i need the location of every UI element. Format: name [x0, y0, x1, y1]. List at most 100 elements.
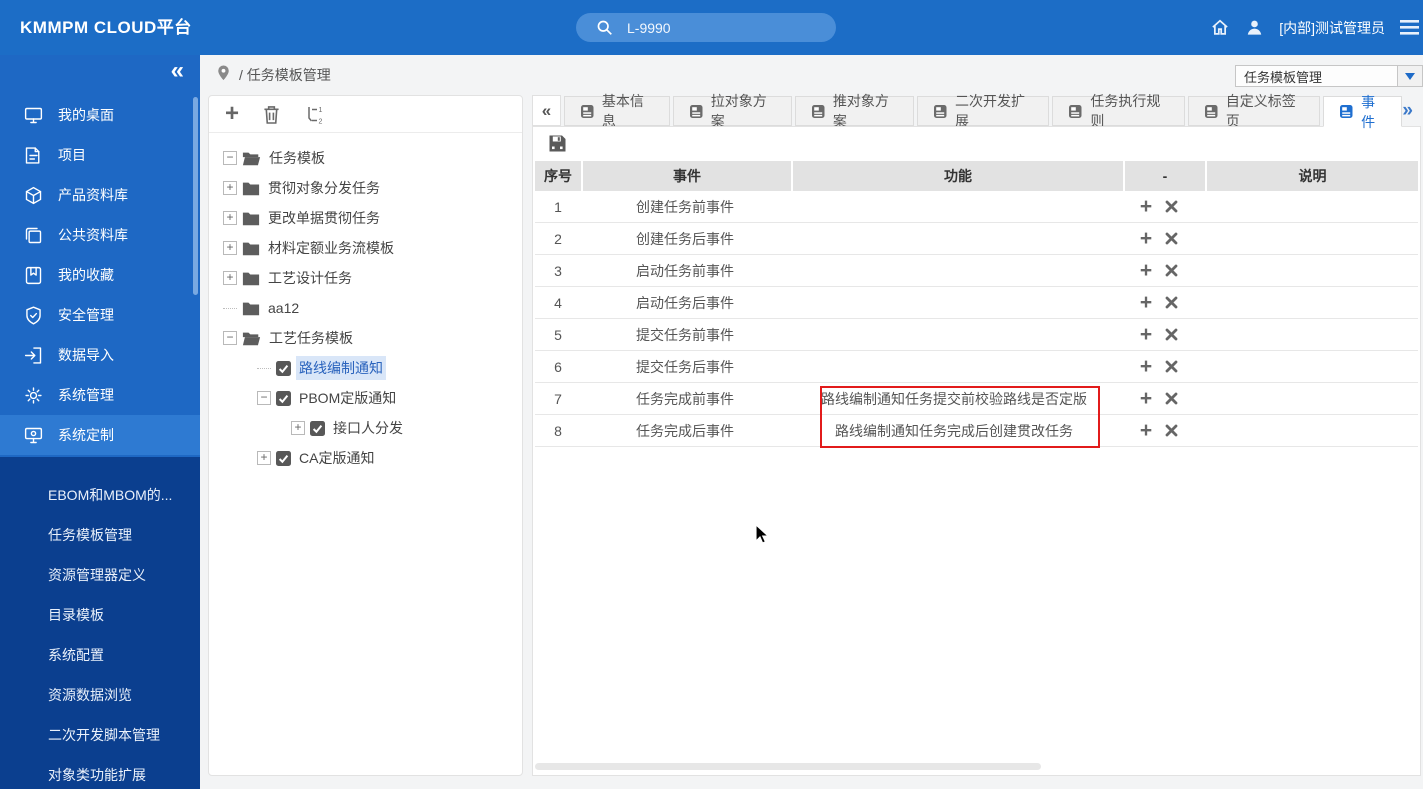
- tree-expander-icon[interactable]: +: [291, 421, 305, 435]
- sidebar-scrollbar[interactable]: [193, 97, 198, 295]
- current-user-label[interactable]: [内部]测试管理员: [1279, 18, 1385, 38]
- table-row[interactable]: 3 启动任务前事件 +: [535, 255, 1418, 287]
- tabs-scroll-right-button[interactable]: »: [1402, 100, 1421, 126]
- table-row[interactable]: 8 任务完成后事件 路线编制通知任务完成后创建贯改任务 +: [535, 415, 1418, 447]
- table-row[interactable]: 4 启动任务后事件 +: [535, 287, 1418, 319]
- row-delete-button[interactable]: [1165, 424, 1178, 437]
- row-delete-button[interactable]: [1165, 264, 1178, 277]
- global-search-box[interactable]: L-9990: [576, 13, 836, 42]
- table-row[interactable]: 7 任务完成前事件 路线编制通知任务提交前校验路线是否定版 +: [535, 383, 1418, 415]
- sidebar-sub-item[interactable]: 资源管理器定义: [0, 555, 200, 595]
- sidebar-sub-item[interactable]: 二次开发脚本管理: [0, 715, 200, 755]
- tree-node-label[interactable]: 任务模板: [266, 146, 328, 170]
- row-add-button[interactable]: +: [1140, 260, 1152, 281]
- tab-item[interactable]: 拉对象方案: [672, 93, 792, 129]
- row-add-button[interactable]: +: [1140, 292, 1152, 313]
- tabs-scroll-left-button[interactable]: «: [532, 95, 561, 126]
- tree-expander-icon[interactable]: +: [223, 241, 237, 255]
- tree-node[interactable]: + 更改单据贯彻任务: [221, 203, 518, 233]
- tree-node[interactable]: + 材料定额业务流模板: [221, 233, 518, 263]
- table-row[interactable]: 2 创建任务后事件 +: [535, 223, 1418, 255]
- tree-expander-icon[interactable]: −: [223, 151, 237, 165]
- tab-active[interactable]: 事件: [1323, 94, 1403, 130]
- user-icon[interactable]: [1245, 18, 1264, 37]
- tree-expander-icon[interactable]: +: [223, 211, 237, 225]
- tree-expander-icon[interactable]: −: [223, 331, 237, 345]
- home-icon[interactable]: [1210, 18, 1230, 37]
- tree-node-label[interactable]: 材料定额业务流模板: [265, 236, 397, 260]
- tree-node[interactable]: 路线编制通知: [221, 353, 518, 383]
- row-add-button[interactable]: +: [1140, 228, 1152, 249]
- sidebar-item[interactable]: 项目: [0, 135, 200, 175]
- row-delete-button[interactable]: [1165, 360, 1178, 373]
- tree-node-label[interactable]: 工艺任务模板: [266, 326, 356, 350]
- tree-node[interactable]: + 工艺设计任务: [221, 263, 518, 293]
- row-add-button[interactable]: +: [1140, 196, 1152, 217]
- tree-node-label[interactable]: 接口人分发: [330, 416, 406, 440]
- sidebar-sub-item[interactable]: 任务模板管理: [0, 515, 200, 555]
- sidebar-sub-item[interactable]: 目录模板: [0, 595, 200, 635]
- row-delete-button[interactable]: [1165, 296, 1178, 309]
- sidebar-sub-item[interactable]: EBOM和MBOM的...: [0, 475, 200, 515]
- folder-open-icon: [242, 151, 261, 166]
- tree-node-label[interactable]: PBOM定版通知: [296, 386, 399, 410]
- sidebar-item[interactable]: 公共资料库: [0, 215, 200, 255]
- tree-node[interactable]: − PBOM定版通知: [221, 383, 518, 413]
- tree-expander-icon[interactable]: +: [223, 271, 237, 285]
- sidebar-item[interactable]: 安全管理: [0, 295, 200, 335]
- table-row[interactable]: 6 提交任务后事件 +: [535, 351, 1418, 383]
- horizontal-scrollbar[interactable]: [535, 763, 1041, 770]
- tree-node-label[interactable]: CA定版通知: [296, 446, 377, 470]
- tree-node-label[interactable]: 路线编制通知: [296, 356, 386, 380]
- table-row[interactable]: 1 创建任务前事件 +: [535, 191, 1418, 223]
- sidebar-sub-item[interactable]: 对象类功能扩展: [0, 755, 200, 789]
- sidebar-item[interactable]: 系统定制: [0, 415, 200, 455]
- tree-expander-icon[interactable]: +: [223, 181, 237, 195]
- delete-icon[interactable]: [263, 105, 280, 124]
- tab-item[interactable]: 推对象方案: [794, 93, 914, 129]
- row-add-button[interactable]: +: [1140, 420, 1152, 441]
- tree-expander-icon[interactable]: −: [257, 391, 271, 405]
- row-add-button[interactable]: +: [1140, 388, 1152, 409]
- sidebar-item[interactable]: 我的收藏: [0, 255, 200, 295]
- tree-node-label[interactable]: 工艺设计任务: [265, 266, 355, 290]
- sidebar-item[interactable]: 我的桌面: [0, 95, 200, 135]
- row-delete-button[interactable]: [1165, 392, 1178, 405]
- tree-node[interactable]: − 任务模板: [221, 143, 518, 173]
- tree-expander-icon[interactable]: +: [257, 451, 271, 465]
- tab-item[interactable]: 任务执行规则: [1052, 93, 1185, 129]
- tab-item[interactable]: 二次开发扩展: [917, 93, 1050, 129]
- tree-node[interactable]: − 工艺任务模板: [221, 323, 518, 353]
- save-button[interactable]: [549, 135, 566, 152]
- tab-item[interactable]: 自定义标签页: [1187, 93, 1321, 129]
- sidebar-sub-item[interactable]: 资源数据浏览: [0, 675, 200, 715]
- add-icon[interactable]: +: [225, 102, 239, 126]
- search-input-value[interactable]: L-9990: [627, 20, 671, 36]
- tree-node-label[interactable]: aa12: [265, 298, 302, 318]
- sidebar-item[interactable]: 系统管理: [0, 375, 200, 415]
- tree-node[interactable]: aa12: [221, 293, 518, 323]
- row-delete-button[interactable]: [1165, 328, 1178, 341]
- module-select-arrow-icon[interactable]: [1397, 66, 1422, 86]
- row-delete-button[interactable]: [1165, 232, 1178, 245]
- tree-node[interactable]: + 接口人分发: [221, 413, 518, 443]
- tree-node-label[interactable]: 贯彻对象分发任务: [265, 176, 383, 200]
- row-delete-button[interactable]: [1165, 200, 1178, 213]
- reorder-icon[interactable]: 12: [304, 105, 323, 124]
- cell-seq: 7: [554, 390, 562, 407]
- row-add-button[interactable]: +: [1140, 324, 1152, 345]
- tree-node[interactable]: + 贯彻对象分发任务: [221, 173, 518, 203]
- sidebar-collapse-button[interactable]: «: [171, 57, 184, 85]
- table-row[interactable]: 5 提交任务前事件 +: [535, 319, 1418, 351]
- menu-icon[interactable]: [1400, 20, 1419, 35]
- module-select-dropdown[interactable]: 任务模板管理: [1235, 65, 1423, 87]
- sidebar-item[interactable]: 数据导入: [0, 335, 200, 375]
- cell-seq: 5: [554, 326, 562, 343]
- row-add-button[interactable]: +: [1140, 356, 1152, 377]
- sidebar-item[interactable]: 产品资料库: [0, 175, 200, 215]
- sidebar-sub-item[interactable]: 系统配置: [0, 635, 200, 675]
- folder-icon: [242, 211, 260, 226]
- tree-node[interactable]: + CA定版通知: [221, 443, 518, 473]
- tab-item[interactable]: 基本信息: [563, 93, 670, 129]
- tree-node-label[interactable]: 更改单据贯彻任务: [265, 206, 383, 230]
